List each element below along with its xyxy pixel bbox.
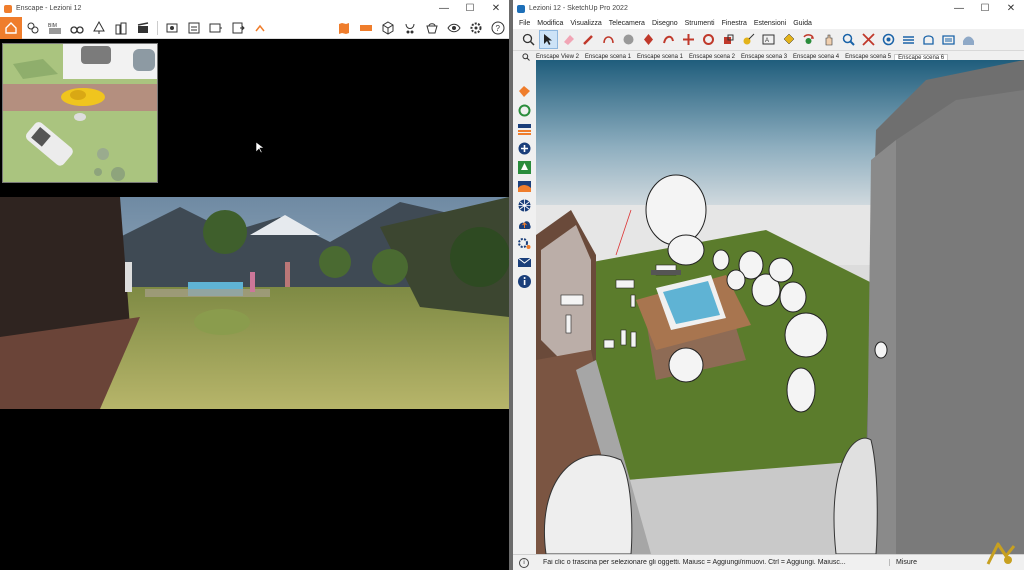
- enscape-start-icon[interactable]: [516, 83, 533, 100]
- sketchup-titlebar: Lezioni 12 - SketchUp Pro 2022 — ☐ ✕: [513, 0, 1024, 17]
- status-hint-text: Fai clic o trascina per selezionare gli …: [543, 559, 846, 566]
- bim-icon[interactable]: BIM: [44, 17, 66, 39]
- enscape-titlebar: Enscape - Lezioni 12 — ☐ ✕: [0, 0, 509, 17]
- menu-modifica[interactable]: Modifica: [537, 20, 563, 27]
- home-icon[interactable]: [0, 16, 22, 39]
- scale-icon[interactable]: [719, 30, 738, 49]
- layers-icon[interactable]: [939, 30, 958, 49]
- enscape-upload-icon[interactable]: [516, 216, 533, 233]
- paint-bucket-icon[interactable]: [779, 30, 798, 49]
- enscape-sync-icon[interactable]: [516, 102, 533, 119]
- enscape-close-button[interactable]: ✕: [483, 0, 509, 17]
- move-icon[interactable]: [679, 30, 698, 49]
- warehouse-icon[interactable]: [899, 30, 918, 49]
- enscape-window: Enscape - Lezioni 12 — ☐ ✕ BIM ?: [0, 0, 509, 570]
- sketchup-window-title: Lezioni 12 - SketchUp Pro 2022: [529, 5, 628, 12]
- enscape-toolbar: BIM ?: [0, 16, 509, 39]
- orbit-icon[interactable]: [799, 30, 818, 49]
- channel-logo-icon: [986, 542, 1016, 565]
- menu-strumenti[interactable]: Strumenti: [685, 20, 715, 27]
- vr-icon[interactable]: [399, 17, 421, 39]
- toolbar-separator: [157, 20, 158, 35]
- enscape-sun-icon[interactable]: [516, 178, 533, 195]
- push-pull-icon[interactable]: [639, 30, 658, 49]
- menu-disegno[interactable]: Disegno: [652, 20, 678, 27]
- svg-text:BIM: BIM: [48, 23, 57, 29]
- enscape-maximize-button[interactable]: ☐: [457, 0, 483, 17]
- help-icon[interactable]: ?: [487, 17, 509, 39]
- enscape-minimize-button[interactable]: —: [431, 0, 457, 17]
- menu-file[interactable]: File: [519, 20, 530, 27]
- sketchup-maximize-button[interactable]: ☐: [972, 0, 998, 17]
- pencil-icon[interactable]: [579, 30, 598, 49]
- export-360-icon[interactable]: [227, 17, 249, 39]
- scene-search-icon[interactable]: [519, 53, 533, 61]
- enscape-views-icon[interactable]: [516, 121, 533, 138]
- sketchup-menubar: File Modifica Visualizza Telecamera Dise…: [513, 17, 1024, 29]
- tape-measure-icon[interactable]: [739, 30, 758, 49]
- svg-text:?: ?: [496, 24, 501, 33]
- export-icon[interactable]: [205, 17, 227, 39]
- material-icon[interactable]: [619, 30, 638, 49]
- rotate-icon[interactable]: [699, 30, 718, 49]
- follow-me-icon[interactable]: [659, 30, 678, 49]
- text-icon[interactable]: A: [759, 30, 778, 49]
- mouse-cursor-icon: [256, 142, 264, 154]
- collapse-icon[interactable]: [249, 17, 271, 39]
- extension-icon[interactable]: [919, 30, 938, 49]
- zoom-extents-icon[interactable]: [859, 30, 878, 49]
- sketchup-window: Lezioni 12 - SketchUp Pro 2022 — ☐ ✕ Fil…: [513, 0, 1024, 570]
- enscape-add-icon[interactable]: [516, 140, 533, 157]
- clapper-icon[interactable]: [132, 17, 154, 39]
- menu-telecamera[interactable]: Telecamera: [609, 20, 645, 27]
- search-icon[interactable]: [519, 30, 538, 49]
- status-info-icon[interactable]: i: [519, 557, 529, 568]
- enscape-asset-tree-icon[interactable]: [516, 159, 533, 176]
- sketchup-toolbar: A: [513, 29, 1024, 51]
- building-icon[interactable]: [110, 17, 132, 39]
- enscape-render-view[interactable]: [0, 197, 509, 409]
- eraser-icon[interactable]: [559, 30, 578, 49]
- batch-render-icon[interactable]: [183, 17, 205, 39]
- panorama-icon[interactable]: [355, 17, 377, 39]
- enscape-window-title: Enscape - Lezioni 12: [16, 5, 82, 12]
- visibility-icon[interactable]: [443, 17, 465, 39]
- enscape-viewport[interactable]: [0, 39, 509, 570]
- asset-library-icon[interactable]: [421, 17, 443, 39]
- binoculars-icon[interactable]: [66, 17, 88, 39]
- tree-icon[interactable]: [88, 17, 110, 39]
- enscape-feedback-icon[interactable]: [516, 254, 533, 271]
- link-icon[interactable]: [22, 17, 44, 39]
- zoom-icon[interactable]: [839, 30, 858, 49]
- settings-icon[interactable]: [465, 17, 487, 39]
- enscape-extension-toolbar: [513, 63, 536, 554]
- screenshot-icon[interactable]: [161, 17, 183, 39]
- menu-guida[interactable]: Guida: [793, 20, 812, 27]
- arc-icon[interactable]: [599, 30, 618, 49]
- map-icon[interactable]: [333, 17, 355, 39]
- enscape-about-icon[interactable]: [516, 273, 533, 290]
- enscape-app-icon: [4, 4, 12, 13]
- sketchup-statusbar: i Fai clic o trascina per selezionare gl…: [513, 554, 1024, 570]
- menu-finestra[interactable]: Finestra: [722, 20, 747, 27]
- sketchup-model-viewport[interactable]: [536, 60, 1024, 554]
- sketchup-app-icon: [517, 4, 525, 13]
- measurements-label: Misure: [889, 559, 917, 566]
- sandbox-icon[interactable]: [959, 30, 978, 49]
- svg-text:A: A: [765, 38, 769, 44]
- enscape-minimap[interactable]: [2, 43, 158, 183]
- enscape-material-icon[interactable]: [516, 197, 533, 214]
- sketchup-minimize-button[interactable]: —: [946, 0, 972, 17]
- section-plane-icon[interactable]: [879, 30, 898, 49]
- select-arrow-icon[interactable]: [539, 30, 558, 49]
- sketchup-close-button[interactable]: ✕: [998, 0, 1024, 17]
- cube-icon[interactable]: [377, 17, 399, 39]
- menu-visualizza[interactable]: Visualizza: [570, 20, 601, 27]
- pan-icon[interactable]: [819, 30, 838, 49]
- enscape-settings-icon[interactable]: [516, 235, 533, 252]
- menu-estensioni[interactable]: Estensioni: [754, 20, 786, 27]
